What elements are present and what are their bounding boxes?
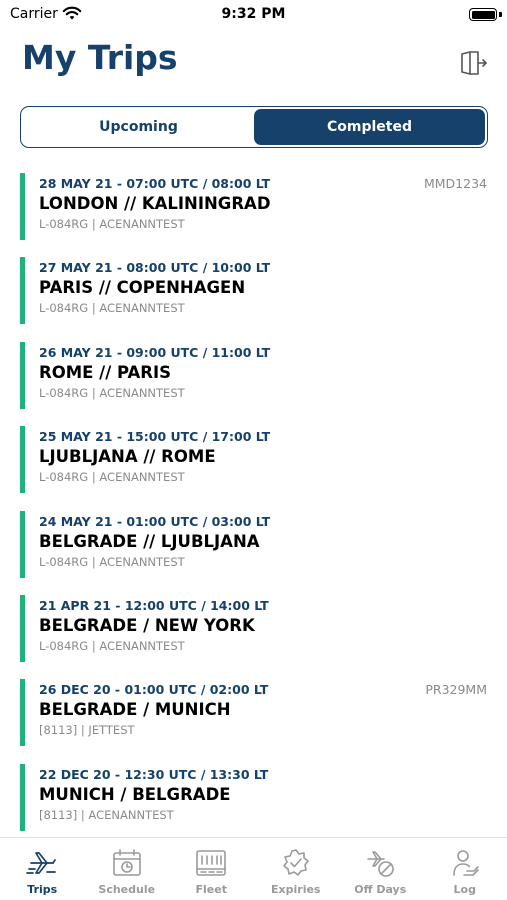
trip-time: 21 APR 21 - 12:00 UTC / 14:00 LT (39, 597, 269, 613)
tab-trips[interactable]: Trips (0, 838, 85, 900)
segment-upcoming[interactable]: Upcoming (23, 109, 254, 145)
trip-row[interactable]: 25 MAY 21 - 15:00 UTC / 17:00 LT LJUBLJA… (0, 426, 507, 510)
trip-route: LJUBLJANA // ROME (39, 447, 216, 467)
trip-aircraft: L-084RG | ACENANNTEST (39, 217, 185, 231)
status-bar: Carrier 9:32 PM (0, 0, 507, 30)
calendar-icon (112, 849, 141, 876)
trip-aircraft: L-084RG | ACENANNTEST (39, 554, 185, 569)
trip-code: MMD1234 (423, 176, 487, 191)
trip-status-bar (20, 594, 25, 662)
trip-status-bar (20, 763, 25, 831)
trip-status-bar (20, 257, 25, 325)
trip-route: BELGRADE / MUNICH (39, 700, 231, 720)
trip-time: 25 MAY 21 - 15:00 UTC / 17:00 LT (39, 429, 271, 445)
battery-tip (499, 12, 502, 17)
tab-fleet[interactable]: Fleet (169, 838, 254, 900)
trip-filter-segmented-control: Upcoming Completed (20, 106, 488, 148)
log-icon (452, 850, 479, 876)
trip-status-bar (20, 173, 25, 240)
trip-route: PARIS // COPENHAGEN (39, 278, 246, 298)
expiries-icon (282, 849, 309, 876)
status-time: 9:32 PM (221, 6, 286, 22)
trip-status-bar (20, 679, 25, 747)
tab-schedule-label: Schedule (98, 883, 156, 896)
page-title: My Trips (22, 38, 178, 77)
bottom-tab-bar: Trips Schedule Fleet Expiries Off Days L… (0, 837, 507, 900)
trip-row[interactable]: 27 MAY 21 - 08:00 UTC / 10:00 LT PARIS /… (0, 257, 507, 341)
trip-time: 26 MAY 21 - 09:00 UTC / 11:00 LT (39, 344, 271, 360)
trip-route: BELGRADE / NEW YORK (39, 615, 255, 635)
trip-aircraft: [8113] | ACENANNTEST (39, 807, 174, 822)
trip-list: 28 MAY 21 - 07:00 UTC / 08:00 LT LONDON … (0, 173, 507, 848)
trip-aircraft: L-084RG | ACENANNTEST (39, 385, 185, 400)
trip-row[interactable]: 26 MAY 21 - 09:00 UTC / 11:00 LT ROME //… (0, 341, 507, 426)
trip-status-bar (20, 510, 25, 578)
trip-time: 24 MAY 21 - 01:00 UTC / 03:00 LT (39, 513, 271, 529)
trip-time: 28 MAY 21 - 07:00 UTC / 08:00 LT (39, 176, 271, 191)
trip-aircraft: [8113] | JETTEST (39, 723, 135, 738)
battery-icon (469, 8, 497, 21)
tab-trips-label: Trips (27, 883, 58, 896)
trip-route: MUNICH / BELGRADE (39, 784, 231, 804)
segment-completed[interactable]: Completed (254, 109, 485, 145)
trip-status-bar (20, 426, 25, 494)
tab-off-days[interactable]: Off Days (338, 838, 423, 900)
trip-code: PR329MM (425, 682, 487, 698)
trip-route: BELGRADE // LJUBLJANA (39, 531, 260, 551)
trip-route: ROME // PARIS (39, 362, 172, 382)
trip-time: 22 DEC 20 - 12:30 UTC / 13:30 LT (39, 766, 269, 782)
tab-schedule[interactable]: Schedule (85, 838, 170, 900)
off-days-icon (367, 851, 395, 877)
trip-aircraft: L-084RG | ACENANNTEST (39, 470, 185, 485)
trip-row[interactable]: 24 MAY 21 - 01:00 UTC / 03:00 LT BELGRAD… (0, 510, 507, 595)
trip-row[interactable]: 28 MAY 21 - 07:00 UTC / 08:00 LT LONDON … (0, 173, 507, 257)
trip-aircraft: L-084RG | ACENANNTEST (39, 301, 185, 316)
trip-row[interactable]: 26 DEC 20 - 01:00 UTC / 02:00 LT BELGRAD… (0, 679, 507, 763)
trips-icon (26, 852, 57, 874)
tab-log[interactable]: Log (423, 838, 507, 900)
trip-aircraft: L-084RG | ACENANNTEST (39, 638, 185, 653)
trip-row[interactable]: 22 DEC 20 - 12:30 UTC / 13:30 LT MUNICH … (0, 763, 507, 848)
trip-row[interactable]: 21 APR 21 - 12:00 UTC / 14:00 LT BELGRAD… (0, 594, 507, 679)
tab-off-days-label: Off Days (354, 883, 407, 896)
trip-time: 27 MAY 21 - 08:00 UTC / 10:00 LT (39, 260, 271, 276)
fleet-icon (196, 850, 227, 876)
logout-icon[interactable] (457, 47, 489, 79)
trip-route: LONDON // KALININGRAD (39, 194, 271, 213)
tab-expiries-label: Expiries (271, 883, 321, 896)
trip-time: 26 DEC 20 - 01:00 UTC / 02:00 LT (39, 682, 269, 698)
tab-fleet-label: Fleet (195, 883, 227, 896)
tab-expiries[interactable]: Expiries (254, 838, 339, 900)
trip-status-bar (20, 341, 25, 409)
tab-log-label: Log (453, 883, 476, 896)
